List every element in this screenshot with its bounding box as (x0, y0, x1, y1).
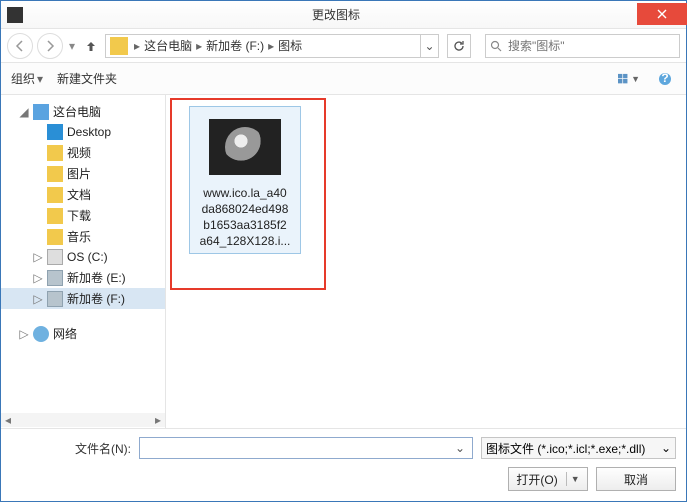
filename-combo[interactable]: ⌄ (139, 437, 473, 459)
chevron-down-icon[interactable]: ⌄ (452, 441, 468, 455)
sidebar-item-label: 下载 (67, 207, 91, 224)
os-icon (47, 249, 63, 265)
sidebar-item[interactable]: ▷ 新加卷 (F:) (1, 288, 165, 309)
sidebar-item-label: OS (C:) (67, 250, 108, 264)
view-menu[interactable]: ▼ (618, 70, 640, 88)
sidebar-item-label: Desktop (67, 125, 111, 139)
sidebar-item-label: 音乐 (67, 228, 91, 245)
breadcrumb[interactable]: ▸ 这台电脑 ▸ 新加卷 (F:) ▸ 图标 ⌄ (105, 34, 439, 58)
folder-icon (47, 208, 63, 224)
breadcrumb-seg-drive[interactable]: 新加卷 (F:) (204, 37, 266, 54)
chevron-down-icon: ▼ (631, 74, 640, 84)
drive-icon (47, 270, 63, 286)
sidebar-item-label: 文档 (67, 186, 91, 203)
sidebar-item-label: 这台电脑 (53, 103, 101, 120)
network-icon (33, 326, 49, 342)
sidebar-item-label: 新加卷 (F:) (67, 290, 125, 307)
filename-input[interactable] (144, 440, 452, 456)
chevron-down-icon: ⌄ (661, 441, 671, 455)
sidebar-item-label: 图片 (67, 165, 91, 182)
caret-placeholder: ▷ (33, 292, 43, 306)
folder-icon (47, 187, 63, 203)
folder-icon (110, 37, 128, 55)
new-folder-button[interactable]: 新建文件夹 (57, 70, 117, 87)
navbar: ▾ ▸ 这台电脑 ▸ 新加卷 (F:) ▸ 图标 ⌄ (1, 29, 686, 63)
file-item[interactable]: www.ico.la_a40 da868024ed498 b1653aa3185… (189, 106, 301, 254)
open-button[interactable]: 打开(O) ▼ (508, 467, 588, 491)
footer: 文件名(N): ⌄ 图标文件 (*.ico;*.icl;*.exe;*.dll)… (1, 428, 686, 501)
file-thumbnail (209, 119, 281, 175)
refresh-icon (452, 39, 466, 53)
sidebar-item[interactable]: 图片 (1, 163, 165, 184)
caret-placeholder: ▷ (33, 250, 43, 264)
svg-text:?: ? (661, 72, 668, 85)
search-input[interactable] (506, 38, 675, 54)
chevron-right-icon: ▸ (194, 39, 204, 53)
sidebar: ◢ 这台电脑 Desktop 视频图片文档下载音乐 ▷ OS (C:) ▷ 新加卷 (E:… (1, 95, 166, 428)
folder-icon (47, 145, 63, 161)
organize-label: 组织 (11, 70, 35, 87)
arrow-up-icon (84, 39, 98, 53)
sidebar-item-label: 视频 (67, 144, 91, 161)
folder-icon (47, 229, 63, 245)
forward-button[interactable] (37, 33, 63, 59)
sidebar-item-label: 网络 (53, 325, 77, 342)
close-button[interactable] (637, 3, 687, 25)
chevron-right-icon: ▸ (266, 39, 276, 53)
breadcrumb-seg-folder[interactable]: 图标 (276, 37, 304, 54)
folder-icon (47, 166, 63, 182)
sidebar-item[interactable]: 下载 (1, 205, 165, 226)
sidebar-item[interactable]: 音乐 (1, 226, 165, 247)
drive-icon (47, 291, 63, 307)
recent-dropdown[interactable]: ▾ (67, 39, 77, 53)
new-folder-label: 新建文件夹 (57, 70, 117, 87)
caret-collapsed-icon: ▷ (19, 327, 29, 341)
toolbar: 组织 ▾ 新建文件夹 ▼ ? (1, 63, 686, 95)
view-icon (618, 72, 631, 86)
chevron-down-icon: ▾ (37, 72, 43, 86)
arrow-left-icon (14, 40, 26, 52)
back-button[interactable] (7, 33, 33, 59)
scroll-right-icon: ▸ (151, 413, 165, 427)
pc-icon (33, 104, 49, 120)
chevron-right-icon: ▸ (132, 39, 142, 53)
breadcrumb-seg-pc[interactable]: 这台电脑 (142, 37, 194, 54)
chevron-down-icon: ▼ (571, 474, 580, 484)
sidebar-item-this-pc[interactable]: ◢ 这台电脑 (1, 101, 165, 122)
caret-expanded-icon: ◢ (19, 105, 29, 119)
desktop-icon (47, 124, 63, 140)
sidebar-item[interactable]: 视频 (1, 142, 165, 163)
file-list[interactable]: www.ico.la_a40 da868024ed498 b1653aa3185… (166, 95, 686, 428)
filename-label: 文件名(N): (11, 440, 131, 457)
sidebar-item[interactable]: ▷ OS (C:) (1, 247, 165, 267)
titlebar: 更改图标 (1, 1, 686, 29)
up-button[interactable] (81, 36, 101, 56)
window-title: 更改图标 (35, 6, 637, 23)
file-type-filter[interactable]: 图标文件 (*.ico;*.icl;*.exe;*.dll) ⌄ (481, 437, 676, 459)
refresh-button[interactable] (447, 34, 471, 58)
help-icon: ? (658, 72, 672, 86)
sidebar-item-network[interactable]: ▷ 网络 (1, 323, 165, 344)
sidebar-item[interactable]: 文档 (1, 184, 165, 205)
file-name: www.ico.la_a40 da868024ed498 b1653aa3185… (194, 185, 296, 249)
sidebar-item-label: 新加卷 (E:) (67, 269, 126, 286)
caret-placeholder: ▷ (33, 271, 43, 285)
sidebar-scrollbar[interactable]: ◂ ▸ (1, 413, 165, 427)
search-box[interactable] (485, 34, 680, 58)
dialog-window: 更改图标 ▾ ▸ 这台电脑 ▸ 新加卷 (F:) ▸ 图标 ⌄ (0, 0, 687, 502)
cancel-label: 取消 (624, 471, 648, 488)
scroll-left-icon: ◂ (1, 413, 15, 427)
organize-menu[interactable]: 组织 ▾ (11, 70, 43, 87)
app-icon (7, 7, 23, 23)
breadcrumb-dropdown[interactable]: ⌄ (420, 35, 438, 57)
arrow-right-icon (44, 40, 56, 52)
sidebar-item[interactable]: Desktop (1, 122, 165, 142)
sidebar-item[interactable]: ▷ 新加卷 (E:) (1, 267, 165, 288)
open-label: 打开(O) (516, 471, 557, 488)
help-button[interactable]: ? (654, 70, 676, 88)
search-icon (490, 40, 502, 52)
close-icon (657, 9, 667, 19)
cancel-button[interactable]: 取消 (596, 467, 676, 491)
filter-label: 图标文件 (*.ico;*.icl;*.exe;*.dll) (486, 440, 645, 457)
